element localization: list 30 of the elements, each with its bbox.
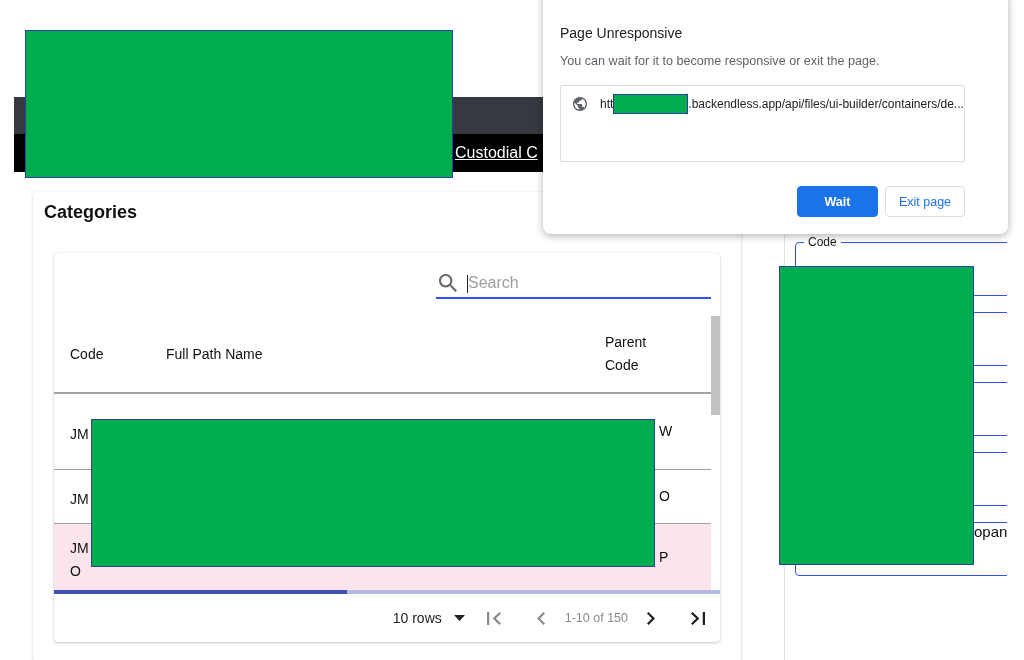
field-label: Code	[807, 236, 838, 248]
field-value: opan	[974, 523, 1007, 540]
column-header: Code	[70, 344, 104, 364]
url-text: .backendless.app/api/files/ui-builder/containers/de...	[688, 97, 964, 111]
column-header: Parent Code	[605, 333, 648, 375]
table-cell-text: W	[659, 422, 673, 441]
globe-icon	[573, 97, 587, 111]
search-icon	[439, 274, 457, 292]
chevron-right-icon	[647, 611, 655, 625]
exit-page-button[interactable]: Exit page	[885, 186, 965, 217]
dialog-title: Page Unresponsive	[560, 24, 684, 42]
scrollbar-thumb[interactable]	[711, 316, 720, 415]
first-page-icon	[486, 611, 501, 625]
table-cell-text: JM O	[70, 539, 89, 581]
table-cell-text: O	[659, 487, 670, 506]
card-title: Categories	[44, 201, 139, 224]
chevron-left-icon	[536, 611, 545, 625]
url-text: htt	[600, 97, 614, 111]
nav-link[interactable]: Custodial C	[455, 144, 538, 162]
table-cell-text: JM	[70, 490, 89, 509]
table-cell-text: P	[659, 547, 669, 567]
page-range: 1-10 of 150	[564, 611, 628, 625]
dialog-message: You can wait for it to become responsive or exit the page.	[560, 53, 881, 70]
table-cell-text: JM	[70, 425, 89, 444]
text-cursor-icon	[467, 275, 468, 293]
wait-button[interactable]: Wait	[797, 186, 878, 217]
last-page-icon	[691, 611, 705, 625]
caret-icon	[453, 615, 465, 621]
column-header: Full Path Name	[166, 344, 263, 364]
rows-per-page-select[interactable]: 10 rows	[392, 606, 465, 630]
